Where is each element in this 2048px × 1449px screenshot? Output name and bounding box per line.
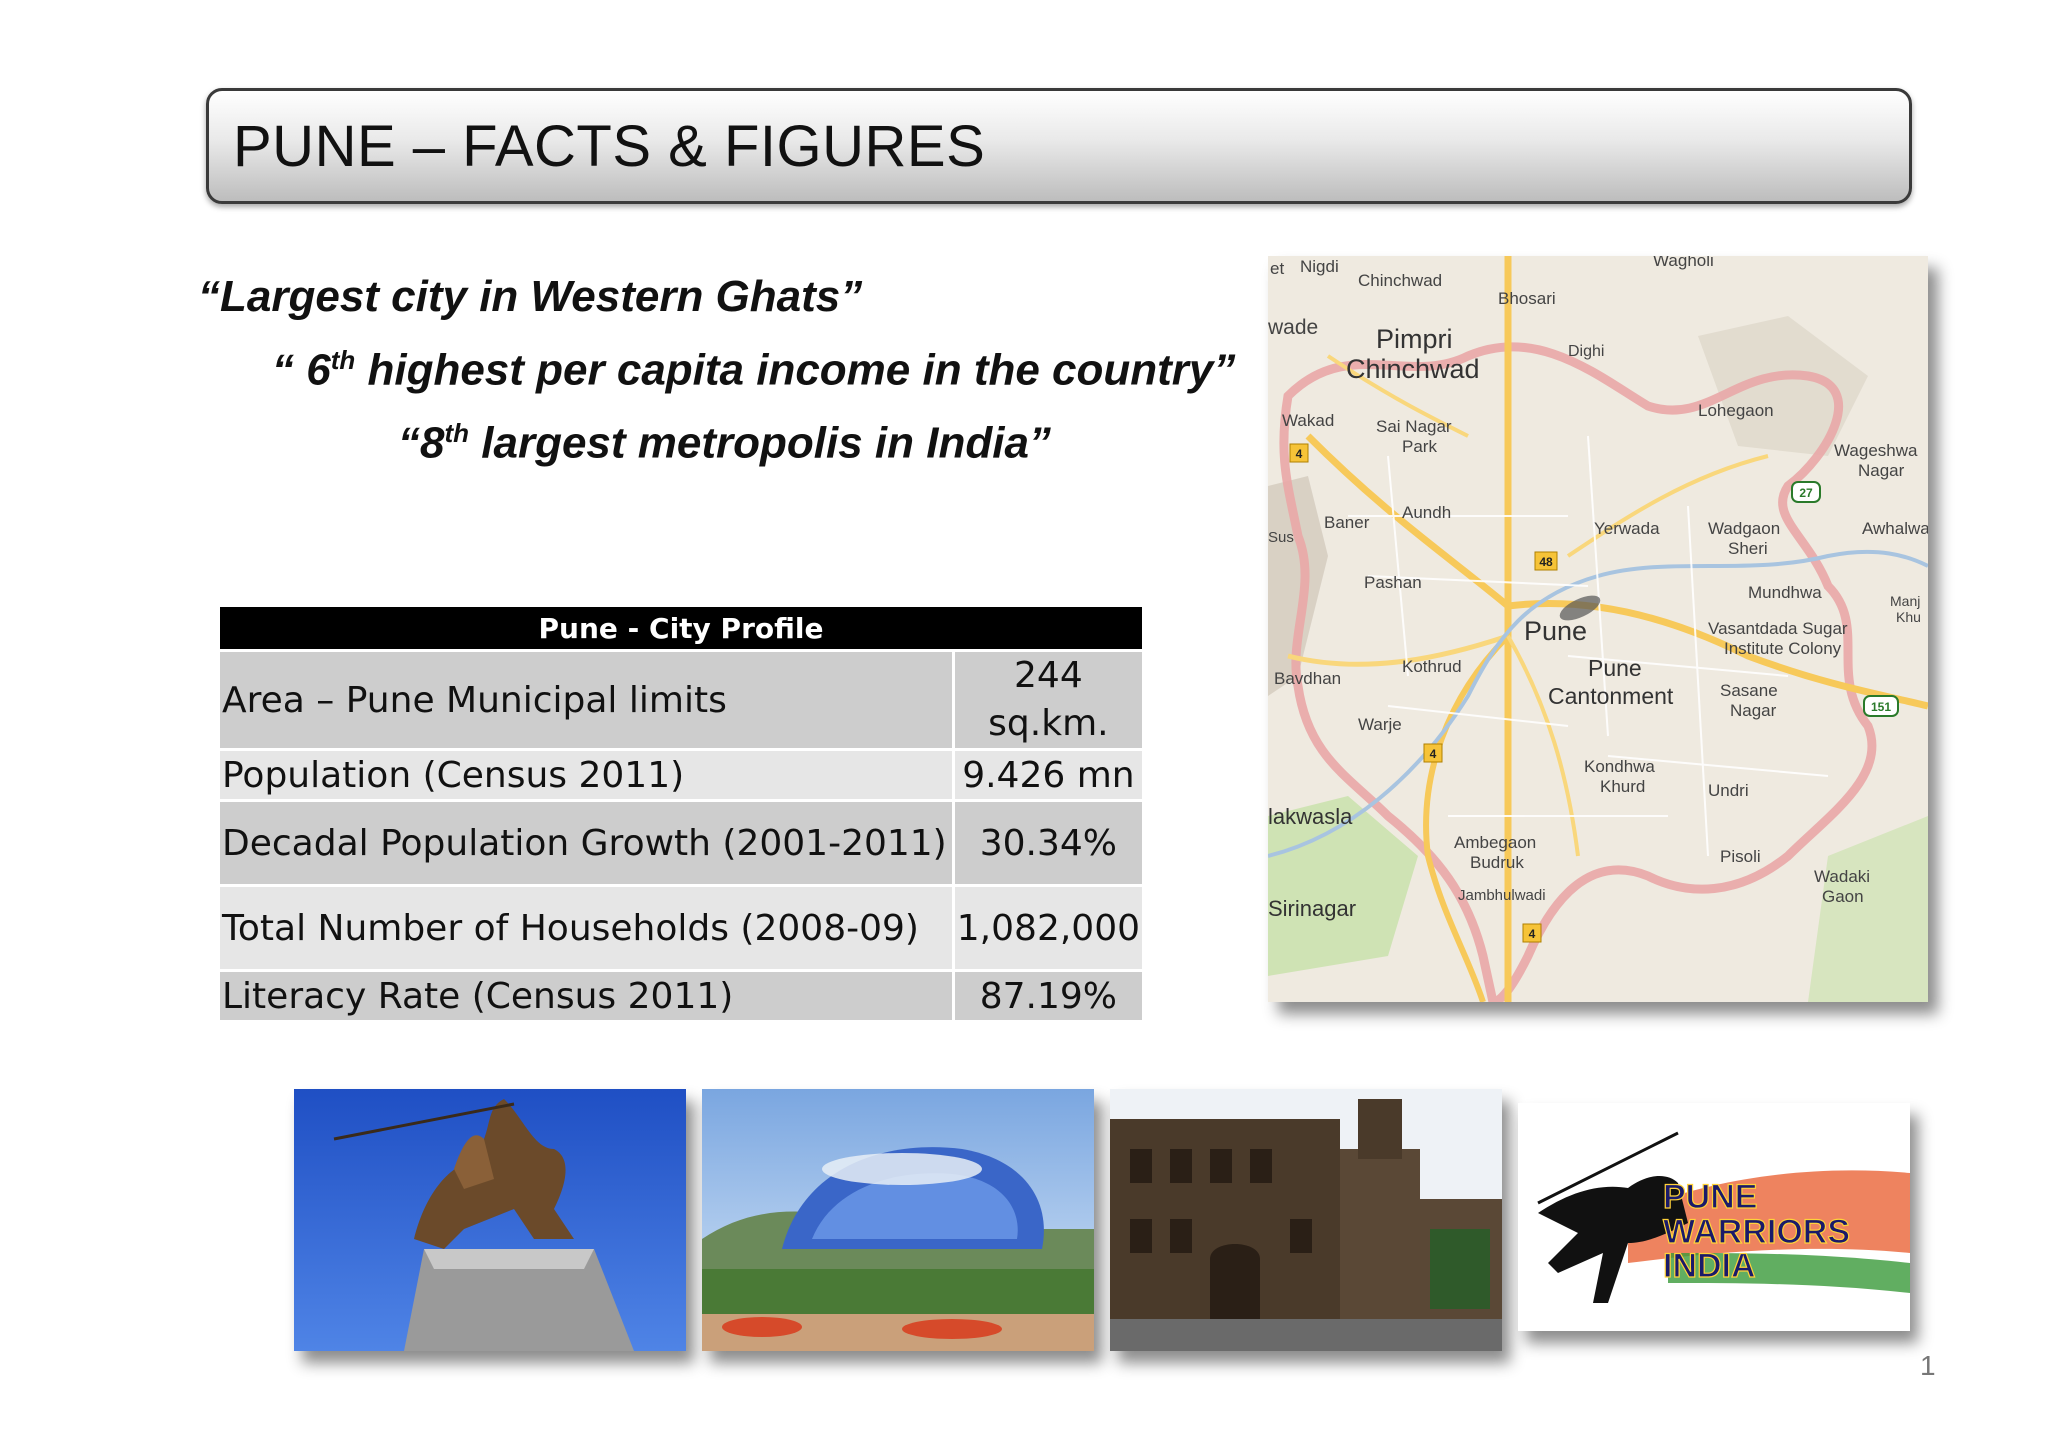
map-label: Park <box>1402 437 1437 456</box>
row-label: Population (Census 2011) <box>220 751 952 799</box>
map-label: Baner <box>1324 513 1370 532</box>
table-row: Total Number of Households (2008-09) 1,0… <box>220 887 1142 969</box>
pune-map: 4 48 4 4 27 151 et Nigdi Chinchwad Bhosa… <box>1268 256 1928 1002</box>
map-label: Kothrud <box>1402 657 1462 676</box>
photo-equestrian-statue <box>294 1089 686 1351</box>
quote-text: highest per capita income in the country… <box>355 345 1236 395</box>
row-value: 244 sq.km. <box>951 652 1142 748</box>
map-label: Pisoli <box>1720 847 1761 866</box>
map-label: Kondhwa <box>1584 757 1655 776</box>
logo-text: WARRIORS <box>1663 1213 1850 1251</box>
map-label: Sai Nagar <box>1376 417 1452 436</box>
table-row: Area – Pune Municipal limits 244 sq.km. <box>220 652 1142 748</box>
table-header-row: Pune - City Profile <box>220 607 1142 649</box>
map-label: Nagar <box>1858 461 1905 480</box>
page-number: 1 <box>1920 1350 1936 1381</box>
table-row: Population (Census 2011) 9.426 mn <box>220 751 1142 799</box>
map-label: Jambhulwadi <box>1458 887 1546 904</box>
map-label: Sasane <box>1720 681 1778 700</box>
map-label: Bhosari <box>1498 289 1556 308</box>
map-label: Khurd <box>1600 777 1645 796</box>
map-label: Chinchwad <box>1346 354 1480 384</box>
photo-glass-dome-building <box>702 1089 1094 1351</box>
row-value: 87.19% <box>951 972 1142 1020</box>
highway-shield: 4 <box>1430 747 1437 761</box>
map-label: Cantonment <box>1548 683 1674 709</box>
map-label: Sheri <box>1728 539 1768 558</box>
map-label: Vasantdada Sugar <box>1708 619 1848 638</box>
map-label: Wadgaon <box>1708 519 1780 538</box>
map-label: Pimpri <box>1376 324 1453 354</box>
map-label: Mundhwa <box>1748 583 1822 602</box>
highway-shield: 4 <box>1296 447 1303 461</box>
quote-text: largest metropolis in India” <box>469 418 1051 468</box>
map-label: Wakad <box>1282 411 1334 430</box>
highway-shield: 4 <box>1529 927 1536 941</box>
row-label: Area – Pune Municipal limits <box>220 652 952 748</box>
table-row: Decadal Population Growth (2001-2011) 30… <box>220 802 1142 884</box>
map-label: Wagholi <box>1653 256 1714 270</box>
slide-title-bar: PUNE – FACTS & FIGURES <box>206 88 1912 204</box>
photo-heritage-building <box>1110 1089 1502 1351</box>
table-row: Literacy Rate (Census 2011) 87.19% <box>220 972 1142 1020</box>
map-label: Lohegaon <box>1698 401 1774 420</box>
map-label: Chinchwad <box>1358 271 1442 290</box>
city-profile-table: Pune - City Profile Area – Pune Municipa… <box>220 604 1142 1023</box>
highway-shield: 48 <box>1539 555 1553 569</box>
map-label: Undri <box>1708 781 1749 800</box>
row-label: Decadal Population Growth (2001-2011) <box>220 802 952 884</box>
map-label: Dighi <box>1568 343 1604 360</box>
map-label: Sirinagar <box>1268 896 1356 921</box>
map-label: wade <box>1268 316 1318 339</box>
logo-pune-warriors: PUNE WARRIORS INDIA <box>1518 1103 1910 1331</box>
map-label: Pune <box>1524 616 1587 646</box>
table-header: Pune - City Profile <box>220 607 1142 649</box>
map-label: Warje <box>1358 715 1402 734</box>
highway-shield: 151 <box>1871 700 1891 714</box>
quote-text: “ 6 <box>272 345 331 395</box>
row-value: 30.34% <box>951 802 1142 884</box>
quote-largest-metropolis: “8th largest metropolis in India” <box>398 418 1051 469</box>
highway-shield: 27 <box>1799 486 1813 500</box>
map-label: Bavdhan <box>1274 669 1341 688</box>
map-label: Ambegaon <box>1454 833 1536 852</box>
map-label: et <box>1270 259 1284 278</box>
row-value: 9.426 mn <box>951 751 1142 799</box>
map-label: Wageshwa <box>1834 441 1918 460</box>
map-label: Wadaki <box>1814 867 1870 886</box>
quote-text: “8 <box>398 418 445 468</box>
map-label: Nigdi <box>1300 257 1339 276</box>
row-label: Literacy Rate (Census 2011) <box>220 972 952 1020</box>
map-label: Manj <box>1890 593 1920 609</box>
slide-title: PUNE – FACTS & FIGURES <box>233 114 986 179</box>
map-label: Pashan <box>1364 573 1422 592</box>
logo-text: PUNE <box>1663 1178 1757 1216</box>
map-label: Nagar <box>1730 701 1777 720</box>
quote-superscript: th <box>330 345 356 375</box>
map-label: lakwasla <box>1268 804 1353 829</box>
map-label: Khu <box>1896 609 1921 625</box>
quote-per-capita-income: “ 6th highest per capita income in the c… <box>272 345 1235 396</box>
map-label: Institute Colony <box>1724 639 1842 658</box>
map-label: Aundh <box>1402 503 1451 522</box>
map-label: Gaon <box>1822 887 1864 906</box>
map-label: Budruk <box>1470 853 1524 872</box>
row-value: 1,082,000 <box>951 887 1142 969</box>
quote-western-ghats: “Largest city in Western Ghats” <box>198 272 863 321</box>
row-label: Total Number of Households (2008-09) <box>220 887 952 969</box>
map-label: Awhalwa <box>1862 519 1928 538</box>
map-label: Pune <box>1588 655 1642 681</box>
quote-superscript: th <box>444 418 470 448</box>
map-label: Yerwada <box>1594 519 1660 538</box>
logo-text: INDIA <box>1663 1247 1756 1285</box>
map-label: Sus <box>1268 529 1294 546</box>
